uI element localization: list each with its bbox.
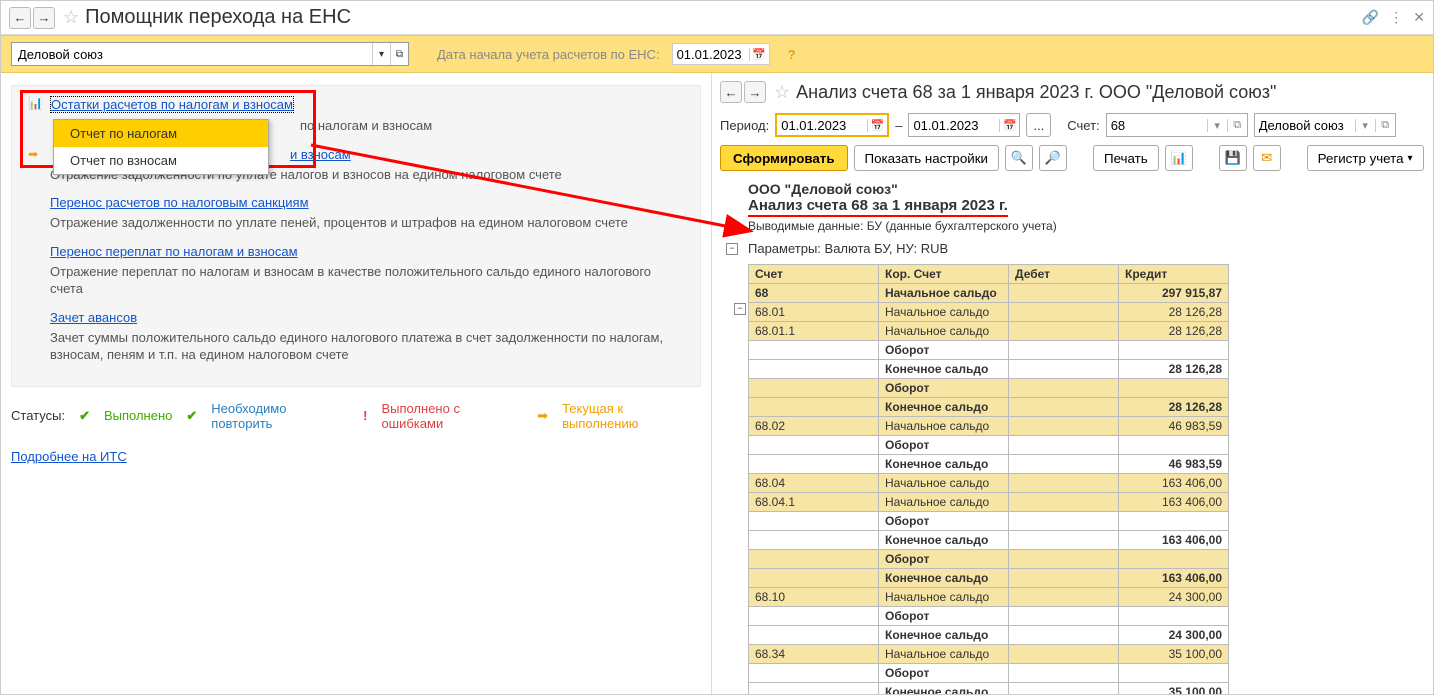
report-subtitle: Выводимые данные: БУ (данные бухгалтерск…	[748, 219, 1429, 233]
collapse-button[interactable]: −	[726, 243, 738, 255]
report-org-title: ООО "Деловой союз"	[748, 181, 1429, 197]
arrow-icon: ➡	[537, 408, 548, 424]
advance-desc: Зачет суммы положительного сальдо единог…	[50, 329, 684, 364]
help-icon[interactable]: ?	[788, 47, 796, 62]
start-date-input[interactable]	[673, 45, 749, 64]
sanctions-link[interactable]: Перенос расчетов по налоговым санкциям	[50, 195, 309, 210]
settings-button[interactable]: Показать настройки	[854, 145, 999, 171]
link-icon[interactable]: 🔗	[1362, 9, 1379, 26]
search-icon[interactable]: 🔍	[1005, 145, 1033, 171]
report-nav-back[interactable]: ←	[720, 81, 742, 103]
calendar-icon[interactable]: 📅	[749, 48, 769, 61]
page-title: Помощник перехода на ЕНС	[85, 6, 351, 29]
org-open-button[interactable]: ⧉	[390, 43, 408, 65]
close-icon[interactable]: ✕	[1413, 9, 1425, 26]
report-table: СчетКор. СчетДебетКредит 68Начальное сал…	[748, 264, 1229, 695]
dropdown-icon[interactable]: ▾	[1355, 119, 1375, 132]
advance-link[interactable]: Зачет авансов	[50, 310, 137, 325]
more-icon[interactable]: ⋮	[1389, 9, 1403, 26]
search-next-icon[interactable]: 🔎	[1039, 145, 1067, 171]
period-to-input[interactable]	[909, 116, 999, 135]
open-icon[interactable]: ⧉	[1227, 119, 1247, 132]
filter-bar: ▾ ⧉ Дата начала учета расчетов по ЕНС: 📅…	[1, 35, 1433, 73]
favorite-icon[interactable]: ☆	[63, 7, 79, 28]
title-bar: ← → ☆ Помощник перехода на ЕНС 🔗 ⋮ ✕	[1, 1, 1433, 35]
collapse-button[interactable]: −	[734, 303, 746, 315]
check-icon: ✔	[79, 408, 90, 424]
nav-back-button[interactable]: ←	[9, 7, 31, 29]
report-params: Параметры: Валюта БУ, НУ: RUB	[748, 241, 1429, 256]
date-label: Дата начала учета расчетов по ЕНС:	[437, 47, 660, 62]
chart-icon[interactable]: 📊	[1165, 145, 1193, 171]
report-nav-fwd[interactable]: →	[744, 81, 766, 103]
email-icon[interactable]: ✉	[1253, 145, 1281, 171]
dropdown-icon[interactable]: ▾	[1207, 119, 1227, 132]
overpay-link[interactable]: Перенос переплат по налогам и взносам	[50, 244, 298, 259]
org-input[interactable]	[12, 43, 372, 65]
nav-fwd-button[interactable]: →	[33, 7, 55, 29]
open-icon[interactable]: ⧉	[1375, 119, 1395, 132]
report-header: Анализ счета 68 за 1 января 2023 г.	[748, 197, 1008, 217]
menu-report-contrib[interactable]: Отчет по взносам	[54, 147, 268, 174]
save-icon[interactable]: 💾	[1219, 145, 1247, 171]
account-input[interactable]	[1107, 116, 1207, 135]
menu-report-taxes[interactable]: Отчет по налогам	[54, 120, 268, 147]
org-dropdown-button[interactable]: ▾	[372, 43, 390, 65]
context-menu: Отчет по налогам Отчет по взносам	[53, 119, 269, 175]
period-from-input[interactable]	[777, 116, 867, 135]
calendar-icon[interactable]: 📅	[867, 119, 887, 132]
calendar-icon[interactable]: 📅	[999, 119, 1019, 132]
its-link[interactable]: Подробнее на ИТС	[11, 449, 127, 464]
register-button[interactable]: Регистр учета ▾	[1307, 145, 1424, 171]
balances-desc: по налогам и взносам	[300, 117, 684, 135]
report-favorite-icon[interactable]: ☆	[774, 82, 790, 103]
generate-button[interactable]: Сформировать	[720, 145, 848, 171]
check-icon: ✔	[186, 408, 197, 424]
sanctions-desc: Отражение задолженности по уплате пеней,…	[50, 214, 684, 232]
error-icon: !	[363, 408, 367, 423]
print-button[interactable]: Печать	[1093, 145, 1159, 171]
overpay-desc: Отражение переплат по налогам и взносам …	[50, 263, 684, 298]
report-title: Анализ счета 68 за 1 января 2023 г. ООО …	[796, 82, 1276, 103]
status-legend: Статусы: ✔Выполнено ✔Необходимо повторит…	[11, 401, 701, 431]
report-org-input[interactable]	[1255, 116, 1355, 135]
period-select-button[interactable]: ...	[1026, 113, 1051, 137]
